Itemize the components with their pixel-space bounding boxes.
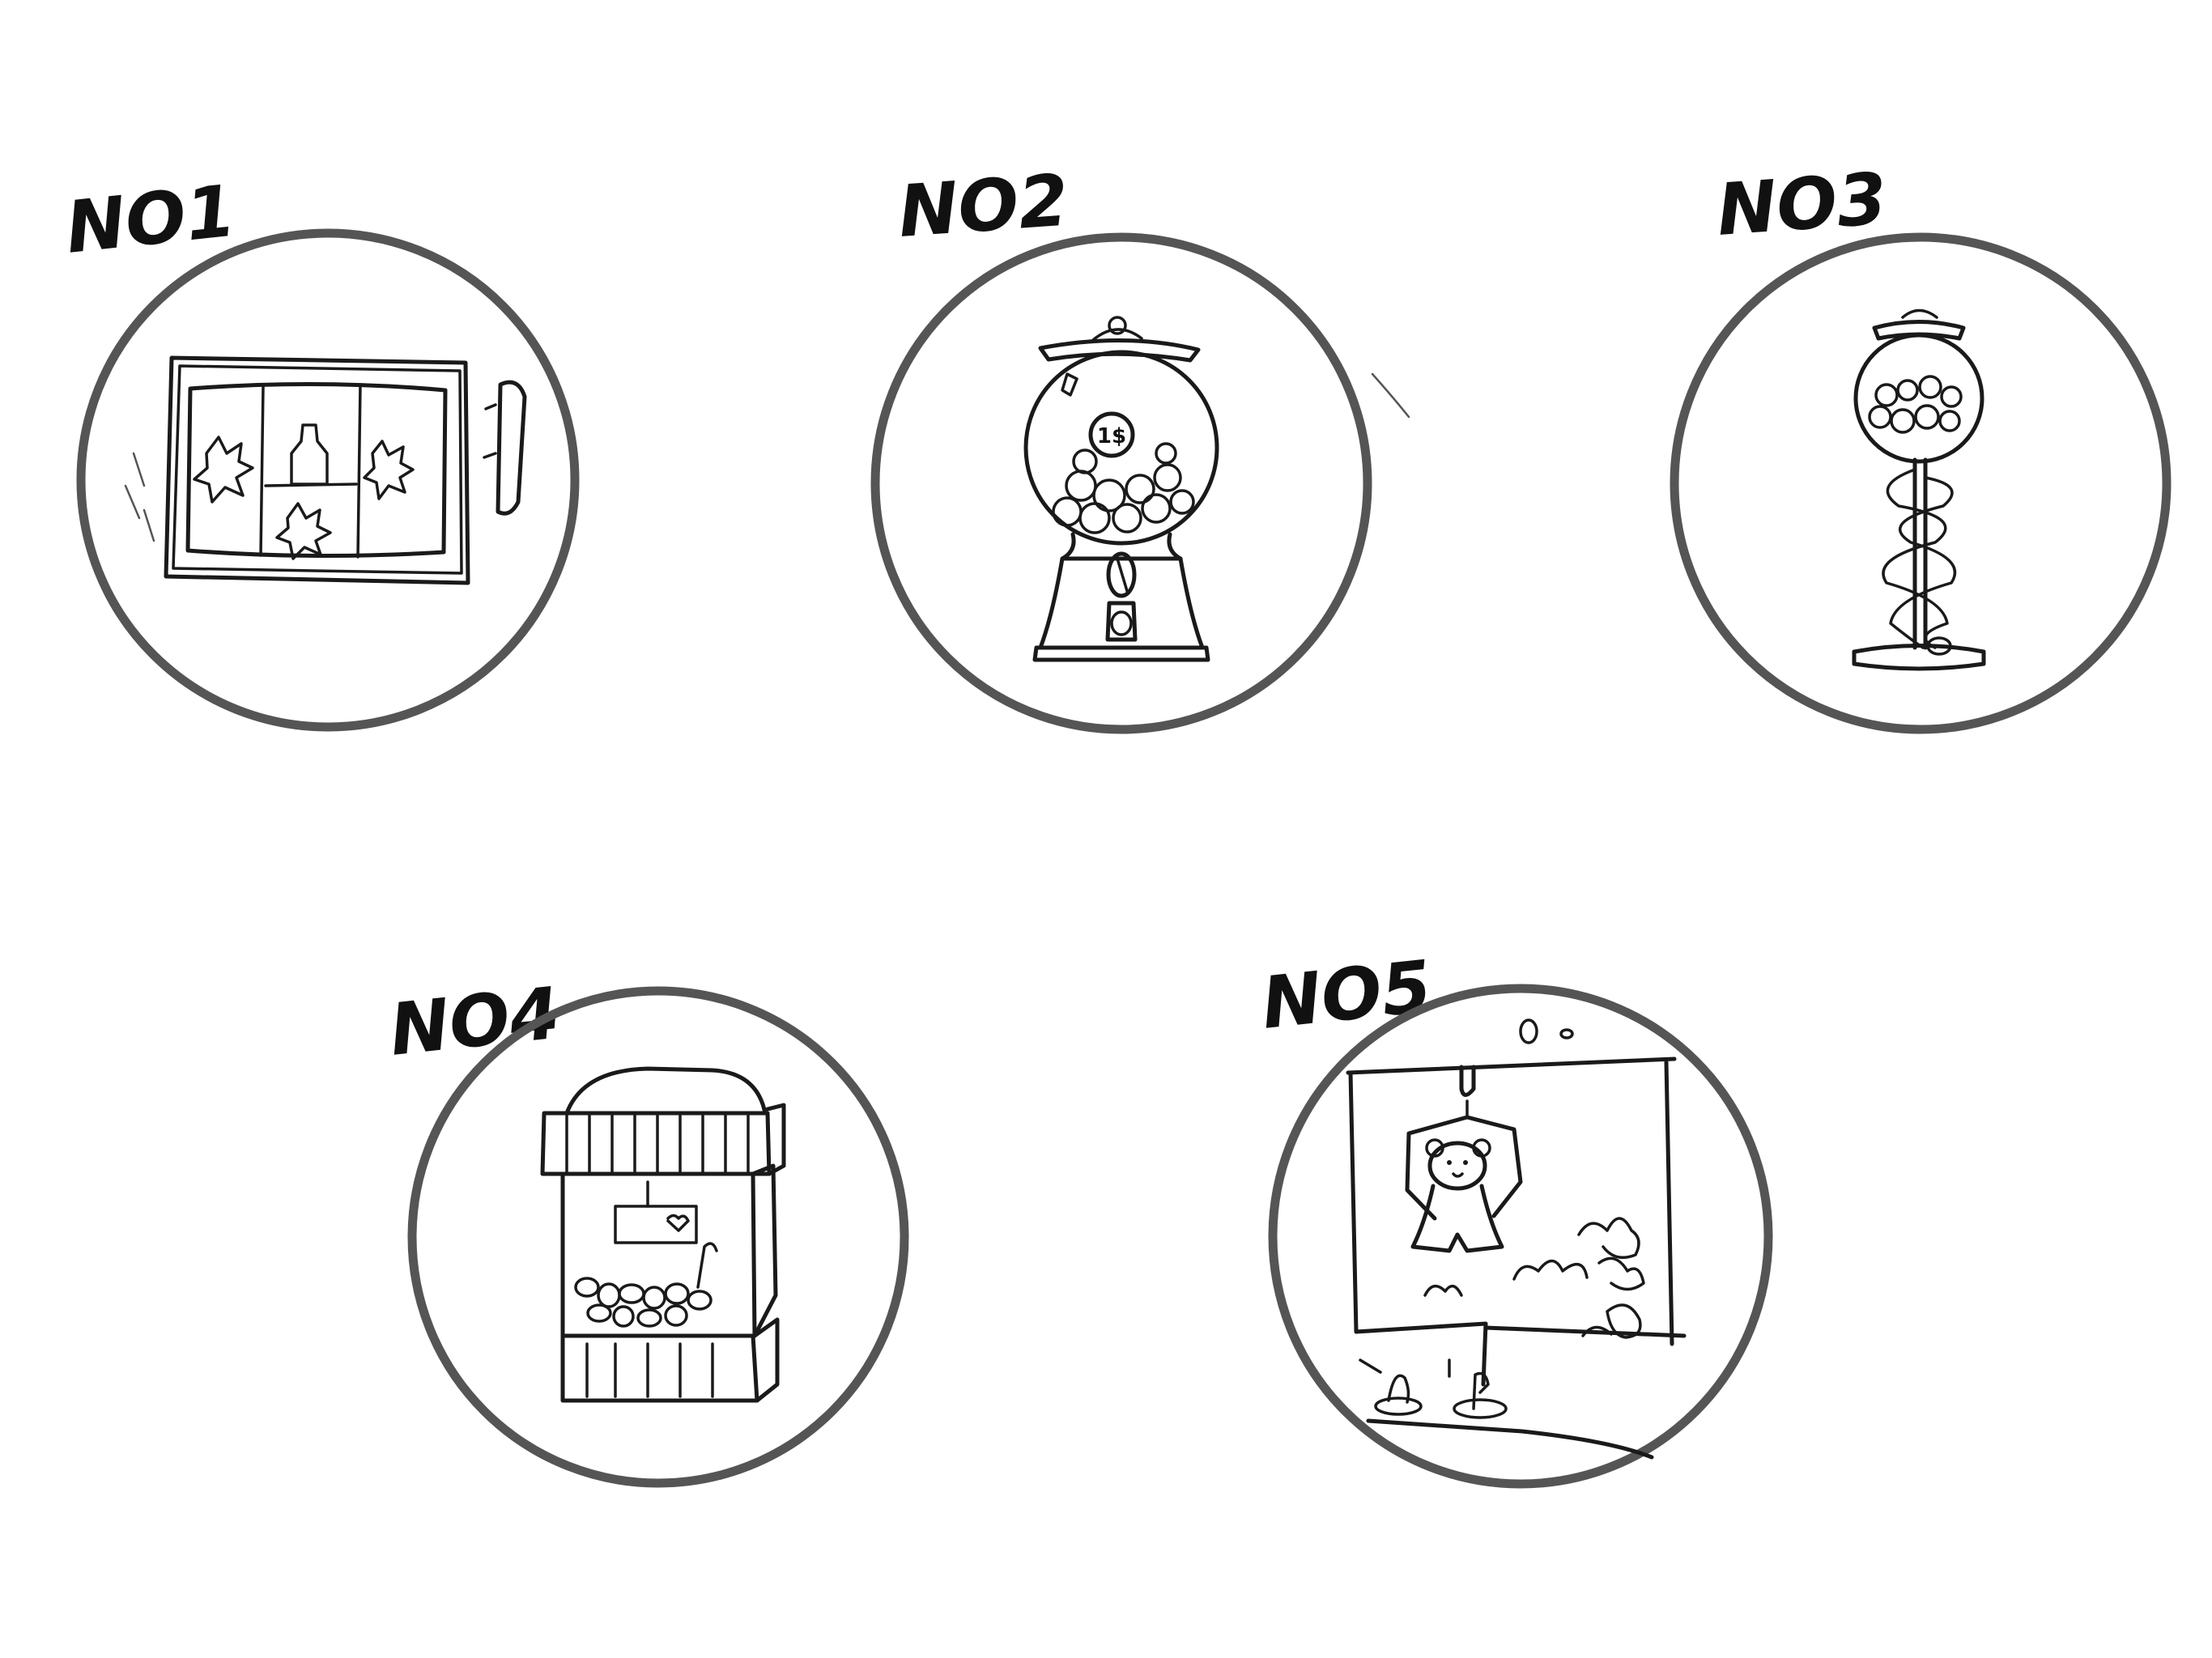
stray-stroke xyxy=(1371,372,1410,419)
sketch-no3: NO3 xyxy=(1670,157,2172,734)
claw-machine-drawing xyxy=(540,1066,786,1403)
sketch-sheet: NO1 NO2 1$ NO3 NO4 NO5 xyxy=(62,157,2172,1489)
sketch-frame-no5 xyxy=(1268,984,1773,1489)
sketch-no4: NO4 xyxy=(385,971,909,1488)
sketch-no1: NO1 xyxy=(62,169,580,732)
claw-interior-drawing xyxy=(1346,1018,1687,1460)
sketch-no5: NO5 xyxy=(1257,945,1773,1489)
spiral-gumball-drawing xyxy=(1852,308,1986,671)
coin-label: 1$ xyxy=(1097,424,1126,449)
gumball-machine-drawing: 1$ xyxy=(1023,316,1219,662)
sketch-frame-no4 xyxy=(407,986,909,1488)
sketch-label-no2: NO2 xyxy=(895,159,1070,253)
slot-machine-drawing xyxy=(124,355,527,585)
sketch-label-no1: NO1 xyxy=(62,169,239,270)
teddy-bear-icon xyxy=(1410,1138,1504,1253)
sketch-no2: NO2 1$ xyxy=(870,159,1410,734)
sketch-label-no5: NO5 xyxy=(1257,945,1435,1045)
sketch-frame-no2 xyxy=(870,232,1372,734)
sketch-label-no3: NO3 xyxy=(1714,157,1889,252)
